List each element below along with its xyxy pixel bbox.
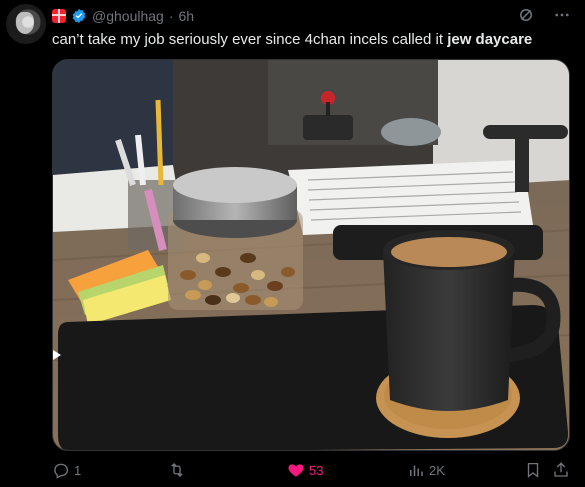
post-top-actions [517, 6, 571, 24]
media-indicator [53, 350, 61, 360]
like-button[interactable]: 53 [287, 460, 323, 480]
post-media-photo[interactable] [52, 59, 570, 451]
views-button[interactable]: 2K [407, 460, 445, 480]
like-count: 53 [309, 462, 324, 478]
post-text-plain: can’t take my job seriously ever since 4… [52, 31, 448, 48]
gift-icon [52, 9, 66, 23]
views-count: 2K [429, 462, 445, 478]
avatar[interactable] [6, 4, 46, 44]
heart-icon [288, 464, 304, 477]
bookmark-icon [527, 462, 539, 478]
time-separator: · [168, 8, 174, 24]
action-bar: 1 53 2K [52, 460, 572, 482]
share-icon [554, 462, 568, 477]
repost-icon [171, 463, 183, 477]
post-text: can’t take my job seriously ever since 4… [52, 30, 532, 50]
reply-icon [54, 463, 69, 479]
repost-button[interactable] [168, 460, 190, 480]
more-icon[interactable] [553, 6, 571, 24]
post-text-bold: jew daycare [447, 31, 533, 48]
post-header: @ghoulhag · 6h [52, 6, 194, 26]
reply-button[interactable]: 1 [52, 460, 81, 480]
post-time[interactable]: 6h [179, 8, 195, 24]
views-icon [410, 465, 423, 476]
verified-icon [72, 9, 86, 23]
post: @ghoulhag · 6h can’t take my job serious… [0, 0, 585, 487]
author-handle[interactable]: @ghoulhag [92, 8, 164, 24]
reply-count: 1 [74, 462, 82, 478]
grok-icon[interactable] [517, 6, 535, 24]
desk-photo [53, 60, 569, 450]
share-button[interactable] [552, 460, 570, 480]
bookmark-button[interactable] [524, 460, 542, 480]
